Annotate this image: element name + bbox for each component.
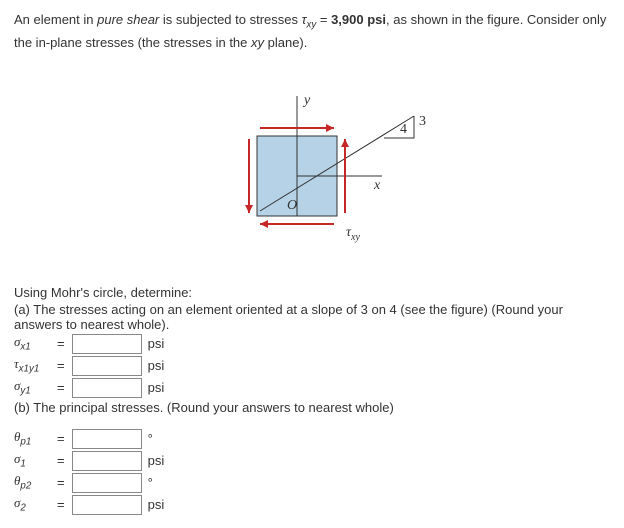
tau-x1y1-label: τx1y1 xyxy=(14,356,50,375)
theta-p2-unit: ° xyxy=(148,475,153,490)
eq: = xyxy=(57,358,65,373)
label-y: y xyxy=(302,93,311,108)
label-x: x xyxy=(373,178,381,193)
sigma-x1-input[interactable] xyxy=(72,334,142,354)
tau-value: 3,900 psi xyxy=(331,12,386,27)
sigma-y1-label: σy1 xyxy=(14,378,50,397)
sigma-1-unit: psi xyxy=(148,453,165,468)
intro-1: An element in xyxy=(14,12,97,27)
equals-sign: = xyxy=(316,12,331,27)
row-theta-p2: θp2 = ° xyxy=(14,473,610,493)
sigma-1-input[interactable] xyxy=(72,451,142,471)
using-prompt: Using Mohr's circle, determine: xyxy=(14,285,610,300)
part-a-prompt: (a) The stresses acting on an element or… xyxy=(14,302,610,332)
intro-2: is subjected to stresses xyxy=(159,12,301,27)
label-4: 4 xyxy=(400,122,407,137)
shear-arrow-right-head xyxy=(341,139,349,147)
sigma-2-unit: psi xyxy=(148,497,165,512)
tau-sub: xy xyxy=(306,20,316,31)
figure: O y x 3 4 τxy xyxy=(14,63,610,279)
eq: = xyxy=(57,475,65,490)
row-tau-x1y1: τx1y1 = psi xyxy=(14,356,610,376)
row-sigma-x1: σx1 = psi xyxy=(14,334,610,354)
label-O: O xyxy=(287,198,297,213)
sigma-x1-unit: psi xyxy=(148,336,165,351)
shear-arrow-bottom-head xyxy=(260,220,268,228)
eq: = xyxy=(57,336,65,351)
eq: = xyxy=(57,431,65,446)
eq: = xyxy=(57,453,65,468)
part-b-prompt: (b) The principal stresses. (Round your … xyxy=(14,400,610,415)
sigma-y1-input[interactable] xyxy=(72,378,142,398)
label-3: 3 xyxy=(419,114,426,129)
intro-pure-shear: pure shear xyxy=(97,12,159,27)
shear-arrow-left-head xyxy=(245,205,253,213)
tau-x1y1-input[interactable] xyxy=(72,356,142,376)
eq: = xyxy=(57,497,65,512)
sigma-2-input[interactable] xyxy=(72,495,142,515)
sigma-1-label: σ1 xyxy=(14,451,50,470)
row-theta-p1: θp1 = ° xyxy=(14,429,610,449)
prompt-block: Using Mohr's circle, determine: (a) The … xyxy=(14,285,610,515)
shear-arrow-top-head xyxy=(326,124,334,132)
sigma-2-label: σ2 xyxy=(14,495,50,514)
row-sigma-y1: σy1 = psi xyxy=(14,378,610,398)
theta-p1-input[interactable] xyxy=(72,429,142,449)
row-sigma-1: σ1 = psi xyxy=(14,451,610,471)
row-sigma-2: σ2 = psi xyxy=(14,495,610,515)
intro-4: plane). xyxy=(264,35,307,50)
sigma-y1-unit: psi xyxy=(148,380,165,395)
xy-em: xy xyxy=(251,35,264,50)
sigma-x1-label: σx1 xyxy=(14,334,50,353)
diagram-svg: O y x 3 4 τxy xyxy=(162,81,462,251)
theta-p2-label: θp2 xyxy=(14,473,50,492)
eq: = xyxy=(57,380,65,395)
theta-p1-unit: ° xyxy=(148,431,153,446)
theta-p1-label: θp1 xyxy=(14,429,50,448)
tau-x1y1-unit: psi xyxy=(148,358,165,373)
theta-p2-input[interactable] xyxy=(72,473,142,493)
label-tau: τxy xyxy=(346,225,360,243)
problem-statement: An element in pure shear is subjected to… xyxy=(14,10,610,53)
